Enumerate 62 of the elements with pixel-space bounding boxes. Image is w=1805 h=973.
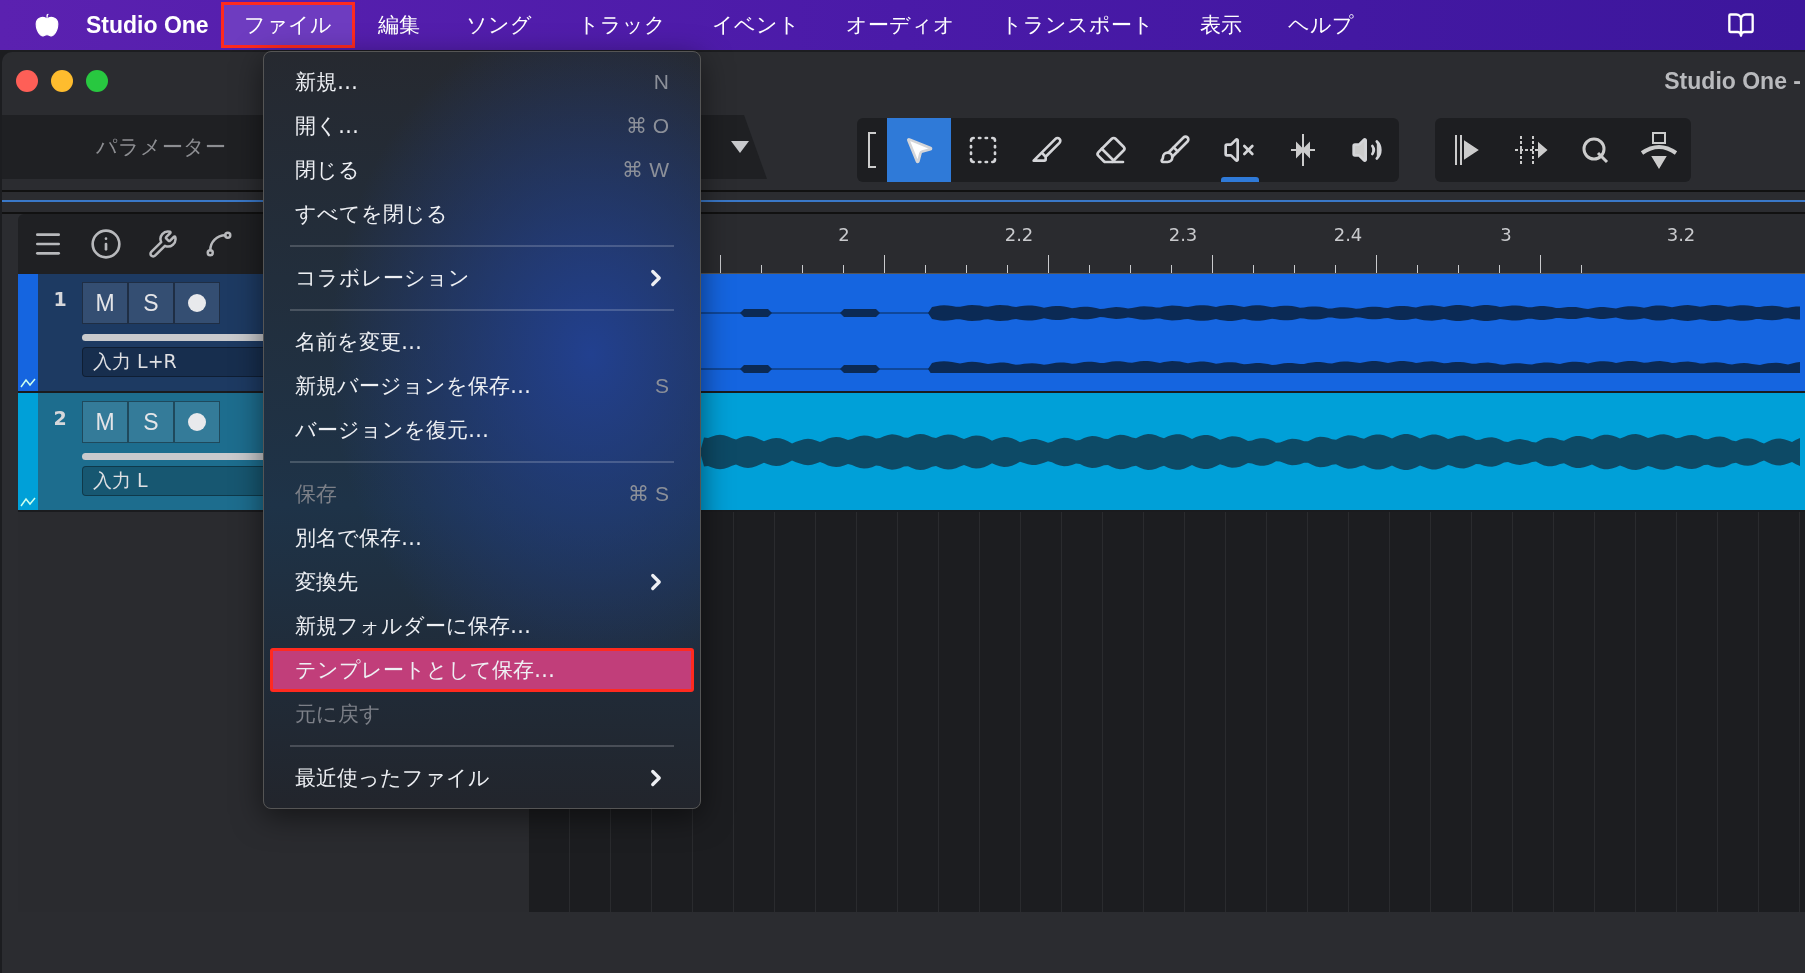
menu-bar-item[interactable]: オーディオ <box>822 2 978 48</box>
record-dot-icon <box>188 294 206 312</box>
menu-item[interactable]: 新規フォルダーに保存… <box>270 604 694 648</box>
menu-item[interactable]: すべてを閉じる <box>270 192 694 236</box>
menu-bar-item[interactable]: トラック <box>554 2 689 48</box>
menu-item[interactable]: 開く… ⌘ O <box>270 104 694 148</box>
input-selector[interactable]: 入力 L <box>82 466 263 496</box>
close-button[interactable] <box>16 70 38 92</box>
menu-item[interactable]: 新規… N <box>270 60 694 104</box>
ruler-label: 2 <box>838 224 850 245</box>
track-button[interactable]: S <box>128 282 174 324</box>
track-number: 2 <box>52 406 68 431</box>
ruler-label: 3 <box>1500 224 1512 245</box>
menu-item[interactable]: コラボレーション <box>270 256 694 300</box>
record-button[interactable] <box>174 282 220 324</box>
menu-item[interactable]: テンプレートとして保存… <box>270 648 694 692</box>
automation-icon[interactable] <box>204 229 234 259</box>
menu-item[interactable]: 閉じる ⌘ W <box>270 148 694 192</box>
audio-clip[interactable] <box>700 393 1805 512</box>
audio-clip[interactable] <box>700 274 1805 393</box>
track-button[interactable]: M <box>82 401 128 443</box>
menu-item[interactable]: 変換先 <box>270 560 694 604</box>
menu-bar-item[interactable]: ファイル <box>220 2 355 48</box>
menu-item[interactable]: バージョンを復元… <box>270 408 694 452</box>
track-header[interactable]: 2 M S 入力 L <box>18 393 263 512</box>
range-select-icon <box>967 134 999 166</box>
record-dot-icon <box>188 413 206 431</box>
menu-item[interactable]: 最近使ったファイル <box>270 756 694 800</box>
zoom-button[interactable] <box>86 70 108 92</box>
wrench-icon[interactable] <box>148 229 178 259</box>
menu-bar-item[interactable]: トランスポート <box>977 2 1177 48</box>
ruler-label: 2.2 <box>1004 224 1034 245</box>
quantize-icon <box>1580 135 1610 165</box>
parameter-label: パラメーター <box>96 134 226 161</box>
track-header[interactable]: 1 M S 入力 L+R <box>18 274 263 393</box>
minimize-button[interactable] <box>51 70 73 92</box>
menu-bar-item[interactable]: 編集 <box>354 2 443 48</box>
autoscroll-icon <box>1639 131 1679 169</box>
track-button[interactable]: M <box>82 282 128 324</box>
record-button[interactable] <box>174 401 220 443</box>
menu-bar-item[interactable]: イベント <box>688 2 823 48</box>
menu-item[interactable]: 新規バージョンを保存… S <box>270 364 694 408</box>
ruler-label: 2.3 <box>1168 224 1198 245</box>
window-title: Studio One - <box>1664 67 1801 95</box>
menu-bar-item[interactable]: ヘルプ <box>1264 2 1377 48</box>
track-button[interactable]: S <box>128 401 174 443</box>
dropdown-caret-icon[interactable] <box>731 141 749 153</box>
eraser-icon <box>1095 134 1127 166</box>
track-number: 1 <box>52 287 68 312</box>
info-icon[interactable] <box>90 228 122 260</box>
ruler-label: 2.4 <box>1333 224 1363 245</box>
input-selector[interactable]: 入力 L+R <box>82 347 263 377</box>
brush-icon <box>1159 134 1191 166</box>
menu-item[interactable]: 名前を変更… <box>270 320 694 364</box>
menu-bar-item[interactable]: ソング <box>442 2 555 48</box>
notebook-icon[interactable] <box>1727 11 1755 39</box>
ruler-label: 3.2 <box>1666 224 1696 245</box>
menu-bar-item[interactable]: 表示 <box>1176 2 1265 48</box>
bracket-icon <box>867 132 877 168</box>
apple-icon[interactable] <box>34 12 60 38</box>
app-name[interactable]: Studio One <box>86 11 209 39</box>
menu-item[interactable]: 別名で保存… <box>270 516 694 560</box>
